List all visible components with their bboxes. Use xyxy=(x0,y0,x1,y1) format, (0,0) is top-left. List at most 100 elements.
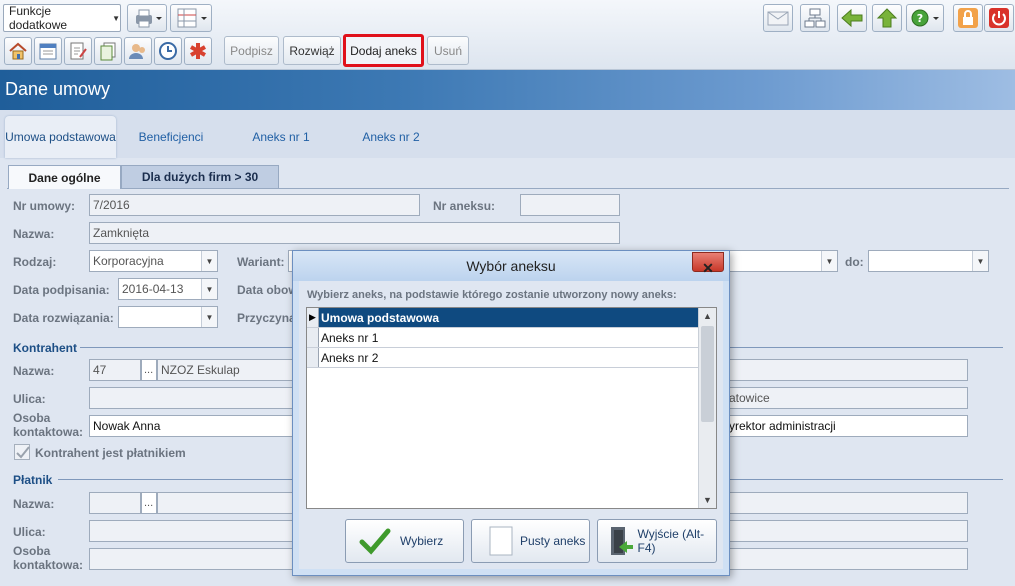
dialog-title: Wybór aneksu xyxy=(466,258,556,274)
tab-umowa-podstawowa[interactable]: Umowa podstawowa xyxy=(5,116,116,158)
platnik-nazwa-label: Nazwa: xyxy=(13,497,55,511)
network-button[interactable] xyxy=(800,4,830,32)
documents-button[interactable] xyxy=(94,37,122,65)
mail-button[interactable] xyxy=(763,4,793,32)
empty-annex-button[interactable]: Pusty aneks xyxy=(471,519,590,563)
checkmark-icon xyxy=(16,446,30,459)
list-layout-icon xyxy=(177,8,207,28)
exit-button[interactable]: Wyjście (Alt-F4) xyxy=(597,519,717,563)
rodzaj-select[interactable]: Korporacyjna ▼ xyxy=(89,250,218,272)
print-button[interactable] xyxy=(127,4,167,32)
platnik-section-title: Płatnik xyxy=(13,473,53,487)
kontrahent-id-field[interactable]: 47 xyxy=(89,359,141,381)
home-button[interactable] xyxy=(4,37,32,65)
select-button-label: Wybierz xyxy=(400,534,444,548)
help-icon: ? xyxy=(911,9,939,27)
tab-aneks-1[interactable]: Aneks nr 1 xyxy=(236,116,326,158)
grid-row-aneks-1[interactable]: Aneks nr 1 xyxy=(307,328,698,348)
dialog-title-bar: Wybór aneksu ✕ xyxy=(293,251,729,281)
chevron-down-icon: ▼ xyxy=(112,13,120,23)
osoba-label: Osoba kontaktowa: xyxy=(13,411,84,439)
help-button[interactable]: ? xyxy=(906,4,944,32)
calendar-icon xyxy=(39,43,57,60)
ulica-label: Ulica: xyxy=(13,392,46,406)
dialog-body: Wybierz aneks, na podstawie którego zost… xyxy=(299,281,723,569)
platnik-checkbox-label: Kontrahent jest płatnikiem xyxy=(35,446,186,460)
kontrahent-picker-button[interactable]: ... xyxy=(141,359,157,381)
grid-row-aneks-2[interactable]: Aneks nr 2 xyxy=(307,348,698,368)
chevron-down-icon: ▼ xyxy=(821,251,837,271)
functions-combo[interactable]: Funkcje dodatkowe ▼ xyxy=(3,4,121,32)
annex-selection-dialog: Wybór aneksu ✕ Wybierz aneks, na podstaw… xyxy=(292,250,730,576)
nazwa-label: Nazwa: xyxy=(13,227,55,241)
do-label: do: xyxy=(845,255,864,269)
network-icon xyxy=(804,8,826,28)
svg-text:?: ? xyxy=(917,12,923,25)
select-button[interactable]: Wybierz xyxy=(345,519,464,563)
grid-row-umowa-podstawowa[interactable]: ▶ Umowa podstawowa xyxy=(307,308,698,328)
nr-aneksu-label: Nr aneksu: xyxy=(433,199,496,213)
view-options-button[interactable] xyxy=(170,4,212,32)
platnik-checkbox[interactable] xyxy=(14,444,30,460)
medical-button[interactable] xyxy=(184,37,212,65)
grid-scrollbar[interactable]: ▲ ▼ xyxy=(698,308,716,508)
data-rozwiazania-label: Data rozwiązania: xyxy=(13,311,114,325)
chevron-down-icon[interactable]: ▼ xyxy=(699,492,716,508)
chevron-down-icon: ▼ xyxy=(972,251,988,271)
chevron-down-icon: ▼ xyxy=(201,307,217,327)
platnik-id-field[interactable] xyxy=(89,492,141,514)
schedule-button[interactable] xyxy=(154,37,182,65)
envelope-icon xyxy=(767,11,789,26)
users-icon xyxy=(129,44,145,59)
data-podpisania-picker[interactable]: 2016-04-13 ▼ xyxy=(118,278,218,300)
data-podpisania-value: 2016-04-13 xyxy=(122,282,184,296)
row-pointer-icon: ▶ xyxy=(307,308,319,327)
grid-cell: Aneks nr 1 xyxy=(321,330,379,345)
blank-document-icon xyxy=(484,525,518,557)
arrow-up-icon xyxy=(876,8,898,28)
grid-cell: Aneks nr 2 xyxy=(321,350,379,365)
rodzaj-label: Rodzaj: xyxy=(13,255,57,269)
osoba-field[interactable]: Nowak Anna xyxy=(89,415,294,437)
up-button[interactable] xyxy=(872,4,902,32)
do-select[interactable]: ▼ xyxy=(868,250,989,272)
data-obow-label: Data obow xyxy=(237,283,298,297)
close-button[interactable]: ✕ xyxy=(692,252,724,276)
page-title: Dane umowy xyxy=(5,79,111,99)
add-annex-button[interactable]: Dodaj aneks xyxy=(343,34,424,67)
kontrahent-section-title: Kontrahent xyxy=(13,341,77,355)
scrollbar-thumb[interactable] xyxy=(701,326,714,422)
nr-aneksu-field[interactable] xyxy=(520,194,620,216)
nr-umowy-field[interactable]: 7/2016 xyxy=(89,194,420,216)
terminate-button[interactable]: Rozwiąż xyxy=(283,36,341,65)
delete-button[interactable]: Usuń xyxy=(427,36,469,65)
data-podpisania-label: Data podpisania: xyxy=(13,283,110,297)
star-of-life-icon xyxy=(190,43,206,59)
subtab-dane-ogolne[interactable]: Dane ogólne xyxy=(8,165,121,189)
printer-icon xyxy=(136,9,162,28)
nazwa-field[interactable]: Zamknięta xyxy=(89,222,620,244)
platnik-osoba-label: Osoba kontaktowa: xyxy=(13,544,84,572)
grid-cell: Umowa podstawowa xyxy=(321,310,440,325)
platnik-picker-button[interactable]: ... xyxy=(141,492,157,514)
tab-aneks-2[interactable]: Aneks nr 2 xyxy=(346,116,436,158)
calendar-button[interactable] xyxy=(34,37,62,65)
data-rozwiazania-picker[interactable]: ▼ xyxy=(118,306,218,328)
dialog-instruction: Wybierz aneks, na podstawie którego zost… xyxy=(307,289,677,301)
lock-button[interactable] xyxy=(953,4,983,32)
close-icon: ✕ xyxy=(702,260,714,276)
stanowisko-field[interactable]: yrektor administracji xyxy=(728,415,968,437)
subtab-duze-firmy[interactable]: Dla dużych firm > 30 xyxy=(121,165,279,188)
power-button[interactable] xyxy=(984,4,1014,32)
notes-button[interactable] xyxy=(64,37,92,65)
empty-annex-button-label: Pusty aneks xyxy=(520,534,586,548)
przyczyna-label: Przyczyna xyxy=(237,311,296,325)
clock-icon xyxy=(159,42,177,60)
sign-button[interactable]: Podpisz xyxy=(224,36,279,65)
documents-icon xyxy=(100,42,116,61)
patients-button[interactable] xyxy=(124,37,152,65)
chevron-up-icon[interactable]: ▲ xyxy=(699,308,716,324)
back-button[interactable] xyxy=(837,4,867,32)
chevron-down-icon: ▼ xyxy=(201,251,217,271)
tab-beneficjenci[interactable]: Beneficjenci xyxy=(126,116,216,158)
